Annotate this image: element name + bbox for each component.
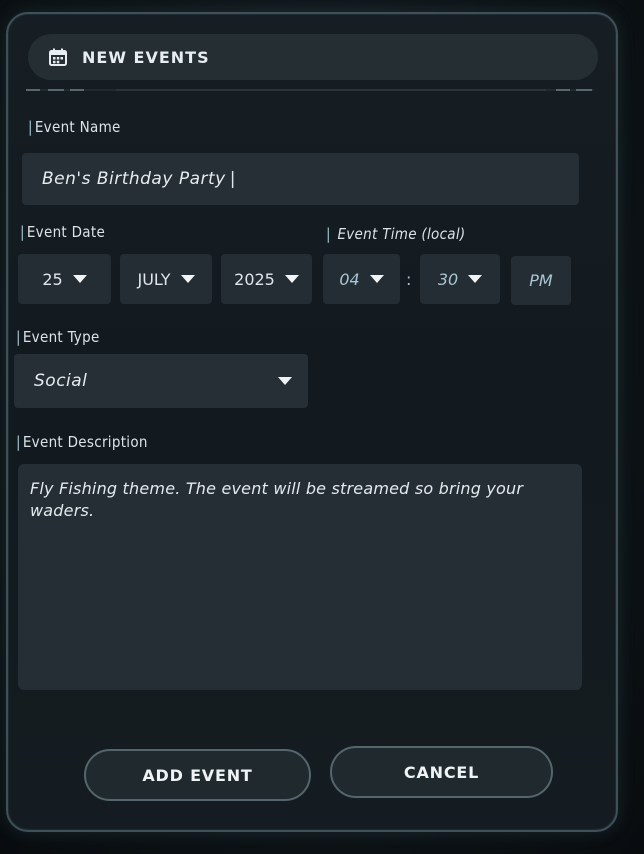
ampm-toggle[interactable]: PM [511,256,571,305]
chevron-down-icon [180,275,195,283]
add-event-button[interactable]: ADD EVENT [84,749,311,801]
event-name-value: Ben's Birthday Party [42,169,226,189]
chevron-down-icon [284,275,299,283]
event-type-label: | Event Type [16,328,100,346]
chevron-down-icon [72,275,87,283]
event-name-label: | Event Name [28,118,121,136]
month-select[interactable]: JULY [120,254,212,304]
event-date-label: | Event Date [20,223,106,241]
hour-select[interactable]: 04 [323,254,400,304]
event-description-textarea[interactable]: Fly Fishing theme. The event will be str… [18,464,582,690]
chevron-down-icon [468,275,483,283]
minute-select[interactable]: 30 [420,254,500,304]
event-type-select[interactable]: Social [14,354,308,408]
year-select[interactable]: 2025 [221,254,312,304]
panel-title: NEW EVENTS [82,47,210,67]
calendar-icon [48,47,68,67]
chevron-down-icon [369,275,384,283]
cancel-button[interactable]: CANCEL [330,746,553,798]
panel-header: NEW EVENTS [28,34,598,80]
event-time-label: | Event Time (local) [326,225,466,243]
event-name-input[interactable]: Ben's Birthday Party | [22,153,579,205]
chevron-down-icon [278,377,292,385]
event-description-label: | Event Description [16,433,148,451]
text-cursor: | [229,169,236,189]
time-separator: : [406,270,412,289]
header-divider [26,89,594,91]
day-select[interactable]: 25 [18,254,111,304]
